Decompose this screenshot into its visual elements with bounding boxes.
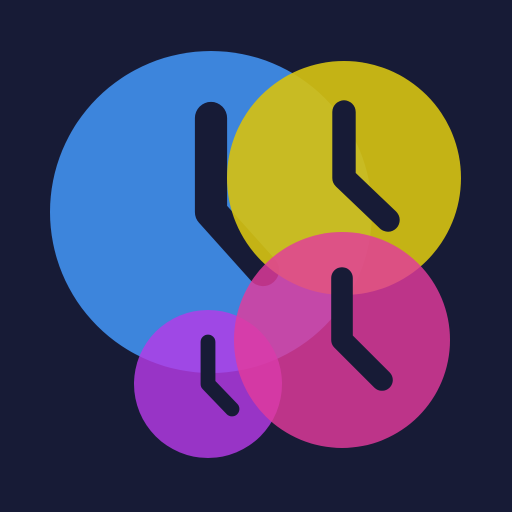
pink-clock-icon — [234, 232, 450, 448]
multiple-clocks-app-icon — [0, 0, 512, 512]
